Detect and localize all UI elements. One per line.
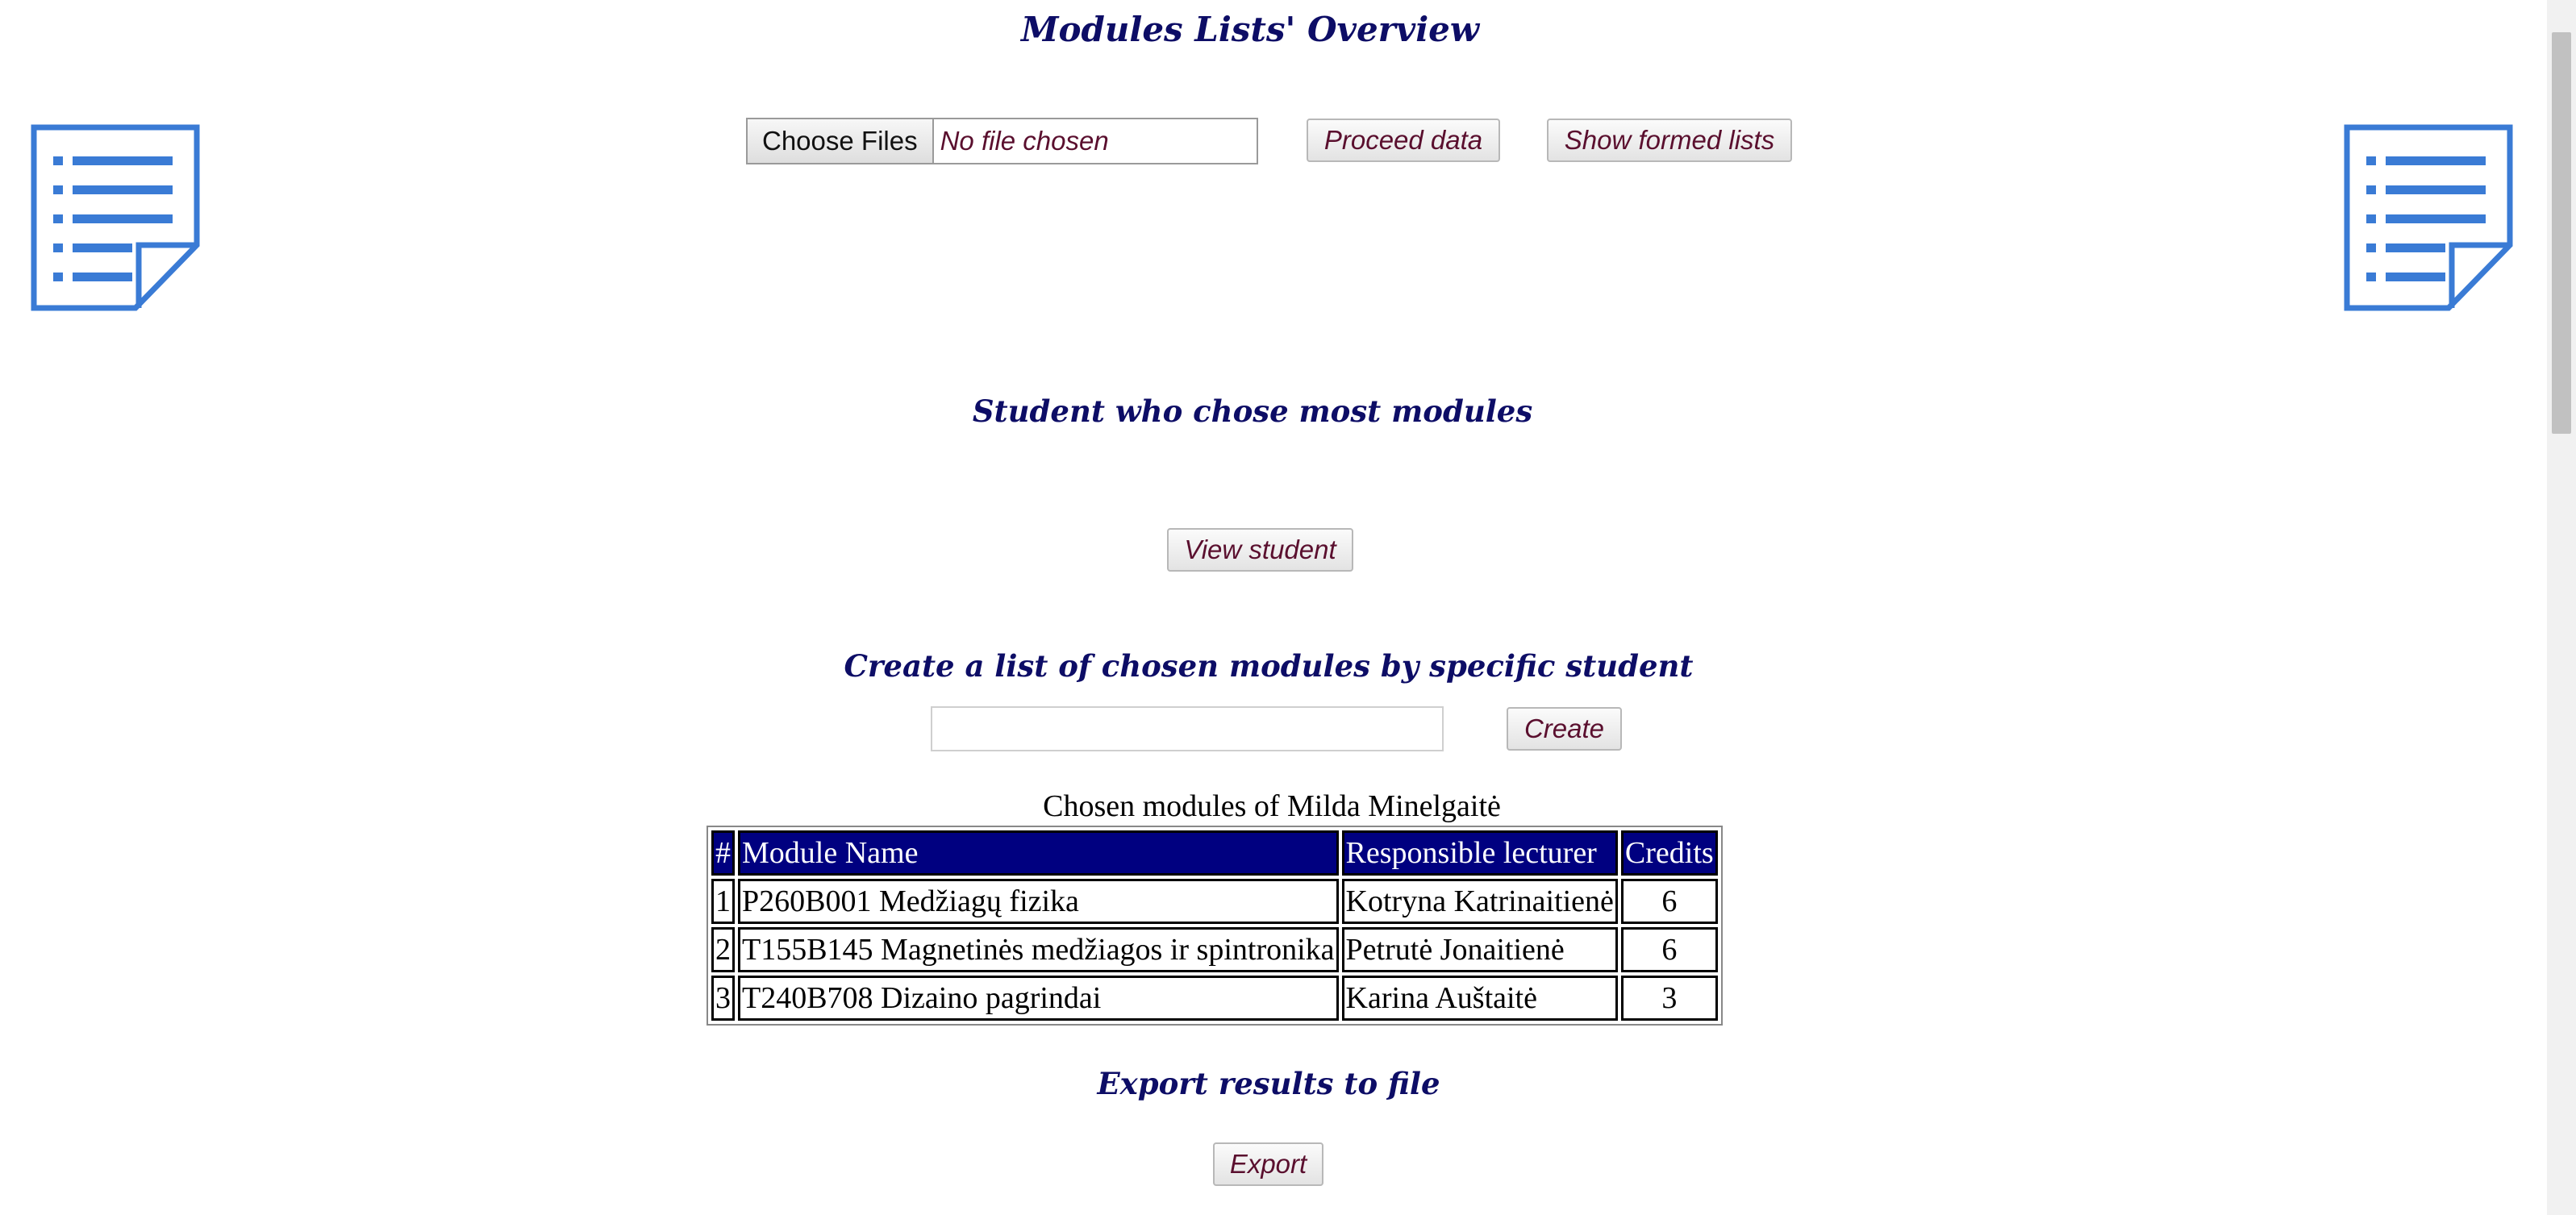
module-name-cell: T240B708 Dizaino pagrindai xyxy=(738,976,1339,1021)
credits-cell: 6 xyxy=(1620,879,1718,924)
most-modules-heading: Student who chose most modules xyxy=(972,393,1533,429)
create-button[interactable]: Create xyxy=(1507,707,1622,751)
table-row: 1 P260B001 Medžiagų fizika Kotryna Katri… xyxy=(711,879,1718,924)
scrollbar-thumb[interactable] xyxy=(2552,32,2571,434)
proceed-data-button[interactable]: Proceed data xyxy=(1307,119,1500,162)
file-status-text: No file chosen xyxy=(940,126,1109,156)
view-student-button[interactable]: View student xyxy=(1167,528,1353,572)
module-name-cell: P260B001 Medžiagų fizika xyxy=(738,879,1339,924)
lecturer-cell: Karina Auštaitė xyxy=(1341,976,1618,1021)
column-header: Module Name xyxy=(738,830,1339,876)
table-caption: Chosen modules of Milda Minelgaitė xyxy=(1043,789,1501,823)
student-name-input[interactable] xyxy=(931,706,1444,751)
choose-files-button[interactable]: Choose Files xyxy=(748,119,934,163)
column-header: Credits xyxy=(1620,830,1718,876)
column-header: Responsible lecturer xyxy=(1341,830,1618,876)
export-heading: Export results to file xyxy=(1097,1066,1440,1101)
create-list-heading: Create a list of chosen modules by speci… xyxy=(844,648,1694,684)
vertical-scrollbar[interactable] xyxy=(2547,0,2576,1215)
export-button[interactable]: Export xyxy=(1213,1142,1323,1186)
table-header-row: # Module Name Responsible lecturer Credi… xyxy=(711,830,1718,876)
file-upload-input[interactable]: Choose Files No file chosen xyxy=(746,118,1258,164)
row-number: 2 xyxy=(711,927,735,972)
document-list-icon xyxy=(2344,124,2513,311)
table-row: 2 T155B145 Magnetinės medžiagos ir spint… xyxy=(711,927,1718,972)
lecturer-cell: Petrutė Jonaitienė xyxy=(1341,927,1618,972)
show-formed-lists-button[interactable]: Show formed lists xyxy=(1547,119,1792,162)
table-row: 3 T240B708 Dizaino pagrindai Karina Aušt… xyxy=(711,976,1718,1021)
credits-cell: 3 xyxy=(1620,976,1718,1021)
page-title: Modules Lists' Overview xyxy=(1020,10,1480,49)
row-number: 1 xyxy=(711,879,735,924)
lecturer-cell: Kotryna Katrinaitienė xyxy=(1341,879,1618,924)
modules-table: # Module Name Responsible lecturer Credi… xyxy=(707,826,1723,1026)
document-list-icon xyxy=(31,124,200,311)
column-header: # xyxy=(711,830,735,876)
module-name-cell: T155B145 Magnetinės medžiagos ir spintro… xyxy=(738,927,1339,972)
row-number: 3 xyxy=(711,976,735,1021)
credits-cell: 6 xyxy=(1620,927,1718,972)
